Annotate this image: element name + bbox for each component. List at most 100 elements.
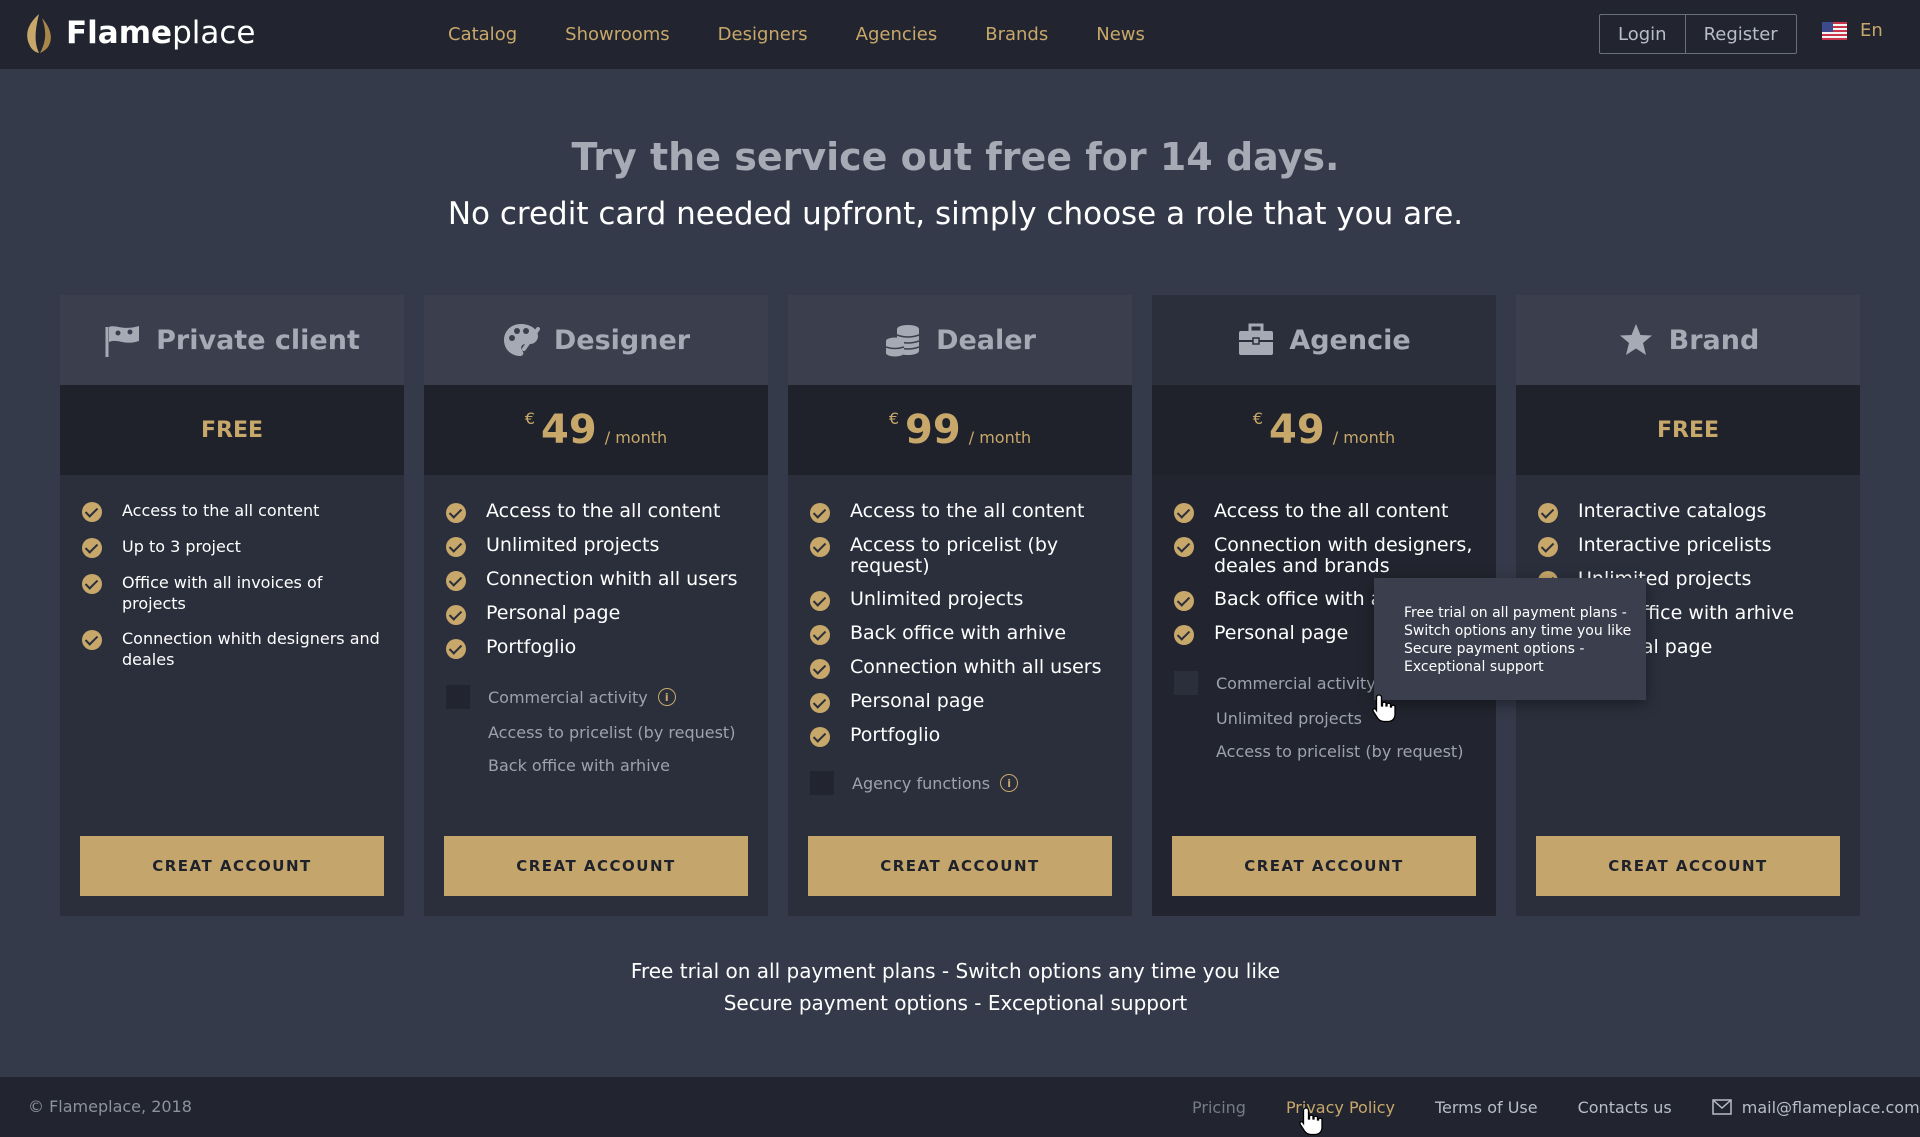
- login-button[interactable]: Login: [1600, 15, 1685, 53]
- site-header: Flameplace Catalog Showrooms Designers A…: [0, 0, 1920, 69]
- feature-item: Unlimited projects: [446, 535, 750, 557]
- price-currency: €: [1252, 409, 1264, 428]
- check-icon: [810, 591, 830, 611]
- inactive-feature: Agency functions i: [810, 771, 1114, 795]
- footer-link-contacts[interactable]: Contacts us: [1578, 1098, 1672, 1117]
- tooltip-line: Free trial on all payment plans -: [1404, 605, 1627, 621]
- main-nav: Catalog Showrooms Designers Agencies Bra…: [448, 0, 1193, 69]
- inactive-feature: Unlimited projects: [1216, 709, 1362, 728]
- plan-header: Private client: [60, 295, 404, 385]
- plan-price: € 49 / month: [424, 385, 768, 475]
- feature-item: Access to the all content: [82, 500, 386, 522]
- toggle-box[interactable]: [446, 685, 470, 709]
- create-account-button[interactable]: CREAT ACCOUNT: [1172, 836, 1476, 896]
- info-icon[interactable]: i: [1000, 774, 1019, 792]
- info-icon[interactable]: i: [657, 688, 676, 706]
- plan-header: Dealer: [788, 295, 1132, 385]
- logo[interactable]: Flameplace: [22, 12, 255, 54]
- auth-buttons: Login Register: [1599, 14, 1797, 54]
- feature-item: Access to pricelist (by request): [810, 535, 1114, 577]
- info-tooltip: Free trial on all payment plans - Switch…: [1374, 578, 1646, 700]
- plan-card-designer: Designer € 49 / month Access to the all …: [424, 295, 768, 916]
- check-icon: [446, 639, 466, 659]
- nav-agencies[interactable]: Agencies: [856, 24, 938, 45]
- check-icon: [1174, 537, 1194, 557]
- tooltip-line: Switch options any time you like: [1404, 623, 1632, 639]
- check-icon: [446, 605, 466, 625]
- register-button[interactable]: Register: [1684, 15, 1796, 53]
- feature-item: Back office with arhive: [810, 623, 1114, 645]
- footer-link-terms[interactable]: Terms of Use: [1435, 1098, 1538, 1117]
- feature-list: Access to the all content Up to 3 projec…: [82, 500, 386, 684]
- nav-designers[interactable]: Designers: [718, 24, 808, 45]
- feature-item: Interactive catalogs: [1538, 501, 1842, 523]
- check-icon: [1174, 625, 1194, 645]
- star-icon: [1619, 324, 1652, 355]
- nav-brands[interactable]: Brands: [985, 24, 1048, 45]
- plan-name: Private client: [156, 324, 360, 356]
- footer-link-pricing[interactable]: Pricing: [1192, 1098, 1246, 1117]
- plan-header: Agencie: [1152, 295, 1496, 385]
- feature-item: Portfoglio: [446, 637, 750, 659]
- nav-catalog[interactable]: Catalog: [448, 24, 517, 45]
- price-period: / month: [968, 428, 1032, 447]
- feature-item: Access to the all content: [1174, 501, 1478, 523]
- check-icon: [446, 537, 466, 557]
- mail-icon: [1712, 1099, 1732, 1115]
- check-icon: [1538, 537, 1558, 557]
- toggle-box[interactable]: [1174, 671, 1198, 695]
- page-title: Try the service out free for 14 days.: [571, 135, 1340, 179]
- feature-item: Portfoglio: [810, 725, 1114, 747]
- nav-showrooms[interactable]: Showrooms: [565, 24, 670, 45]
- check-icon: [810, 727, 830, 747]
- price-free-label: FREE: [200, 417, 264, 443]
- plan-name: Dealer: [936, 324, 1036, 356]
- inactive-feature: Commercial activityi: [446, 685, 750, 709]
- feature-list: Access to the all content Unlimited proj…: [446, 501, 750, 789]
- site-footer: © Flameplace, 2018 Pricing Privacy Polic…: [0, 1077, 1920, 1137]
- create-account-button[interactable]: CREAT ACCOUNT: [444, 836, 748, 896]
- create-account-button[interactable]: CREAT ACCOUNT: [80, 836, 384, 896]
- briefcase-icon: [1239, 323, 1274, 355]
- us-flag-icon: [1822, 21, 1847, 40]
- price-amount: 49: [1269, 407, 1325, 453]
- plan-price: FREE: [1516, 385, 1860, 475]
- create-account-button[interactable]: CREAT ACCOUNT: [808, 836, 1112, 896]
- plan-header: Brand: [1516, 295, 1860, 385]
- price-amount: 49: [541, 407, 597, 453]
- footer-link-privacy[interactable]: Privacy Policy: [1286, 1098, 1395, 1117]
- nav-news[interactable]: News: [1096, 24, 1145, 45]
- plan-name: Brand: [1668, 324, 1760, 356]
- perks-line-1: Free trial on all payment plans - Switch…: [630, 959, 1281, 983]
- price-period: / month: [604, 428, 668, 447]
- price-currency: €: [524, 409, 536, 428]
- price-free-label: FREE: [1656, 417, 1720, 443]
- page-subtitle: No credit card needed upfront, simply ch…: [447, 196, 1464, 232]
- check-icon: [82, 630, 102, 650]
- price-currency: €: [888, 409, 900, 428]
- plan-price: FREE: [60, 385, 404, 475]
- feature-item: Access to the all content: [810, 501, 1114, 523]
- feature-item: Office with all invoices of projects: [82, 572, 386, 614]
- create-account-button[interactable]: CREAT ACCOUNT: [1536, 836, 1840, 896]
- language-selector[interactable]: En: [1822, 20, 1883, 41]
- plan-price: € 49 / month: [1152, 385, 1496, 475]
- plan-card-dealer: Dealer € 99 / month Access to the all co…: [788, 295, 1132, 916]
- feature-item: Connection whith all users: [446, 569, 750, 591]
- price-period: / month: [1332, 428, 1396, 447]
- feature-item: Up to 3 project: [82, 536, 386, 558]
- inactive-feature: Access to pricelist (by request): [488, 723, 736, 742]
- flame-logo-icon: [27, 14, 51, 53]
- feature-item: Connection whith designers and deales: [82, 628, 386, 670]
- check-icon: [810, 693, 830, 713]
- footer-email[interactable]: mail@flameplace.com: [1712, 1098, 1920, 1117]
- coins-icon: [885, 325, 920, 357]
- check-icon: [82, 502, 102, 522]
- perks-line-2: Secure payment options - Exceptional sup…: [723, 991, 1188, 1015]
- toggle-box[interactable]: [810, 771, 834, 795]
- plan-price: € 99 / month: [788, 385, 1132, 475]
- feature-item: Interactive pricelists: [1538, 535, 1842, 557]
- check-icon: [810, 625, 830, 645]
- check-icon: [810, 503, 830, 523]
- check-icon: [1538, 503, 1558, 523]
